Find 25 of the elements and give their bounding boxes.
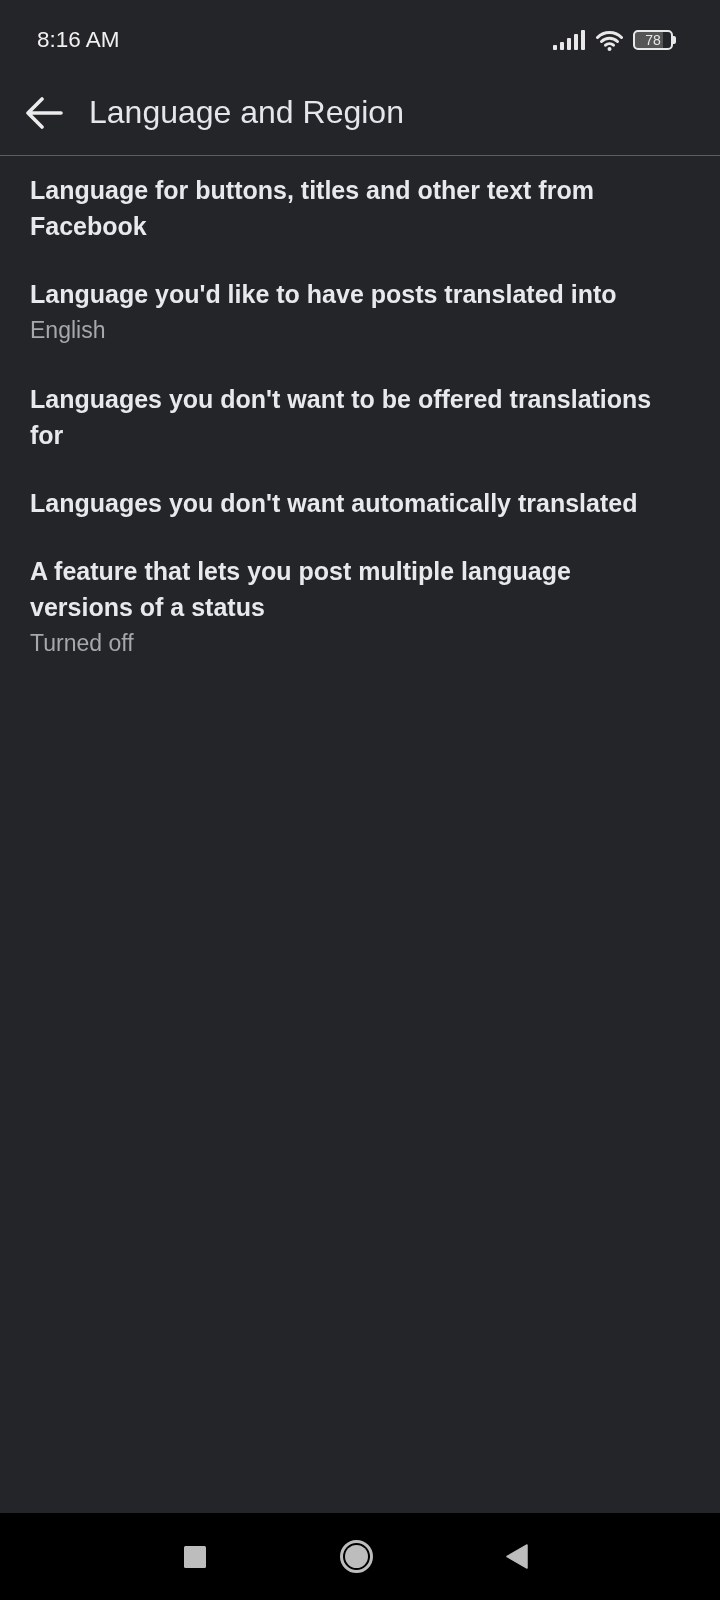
recent-apps-button[interactable] [184, 1545, 206, 1568]
settings-item[interactable]: Languages you don't want automatically translated [0, 469, 720, 537]
setting-value: Turned off [30, 629, 135, 658]
signal-icon [553, 30, 586, 50]
back-button[interactable] [25, 96, 63, 129]
setting-title: Language you'd like to have posts translated into [30, 279, 618, 310]
setting-title: Languages you don't want automatically translated [30, 488, 639, 519]
square-icon [184, 1545, 206, 1568]
setting-value: English [30, 316, 107, 345]
wifi-icon [596, 29, 623, 51]
settings-item[interactable]: Languages you don't want to be offered translations for [0, 365, 720, 469]
settings-item[interactable]: Language you'd like to have posts translated into English [0, 260, 720, 365]
settings-item[interactable]: A feature that lets you post multiple language versions of a status Turned off [0, 537, 720, 678]
triangle-icon [506, 1544, 528, 1569]
home-button[interactable] [339, 1540, 373, 1573]
settings-item[interactable]: Language for buttons, titles and other text from Facebook [0, 156, 720, 260]
setting-title: A feature that lets you post multiple language versions of a status [30, 556, 572, 623]
back-arrow-icon [25, 96, 63, 129]
battery-indicator: 78 [633, 30, 676, 50]
back-nav-button[interactable] [506, 1544, 528, 1569]
home-circle-icon [339, 1540, 373, 1573]
setting-title: Languages you don't want to be offered translations for [30, 384, 653, 451]
status-time: 8:16 AM [37, 26, 120, 55]
setting-title: Language for buttons, titles and other text from Facebook [30, 175, 595, 242]
page-title: Language and Region [89, 93, 404, 132]
